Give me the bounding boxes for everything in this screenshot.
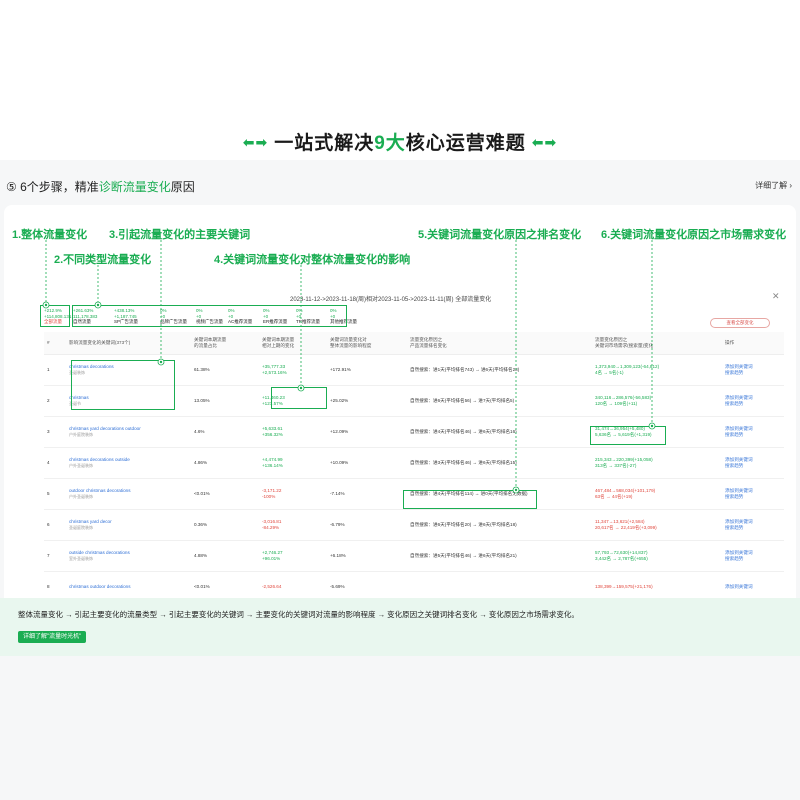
learn-more-button[interactable]: 详细了解"流量时光机" (18, 631, 87, 643)
guide-lines (42, 240, 656, 494)
summary-text: 整体流量变化 → 引起主要变化的流量类型 → 引起主要变化的关键词 → 主要变化… (18, 610, 579, 619)
summary-overlay (0, 598, 800, 656)
